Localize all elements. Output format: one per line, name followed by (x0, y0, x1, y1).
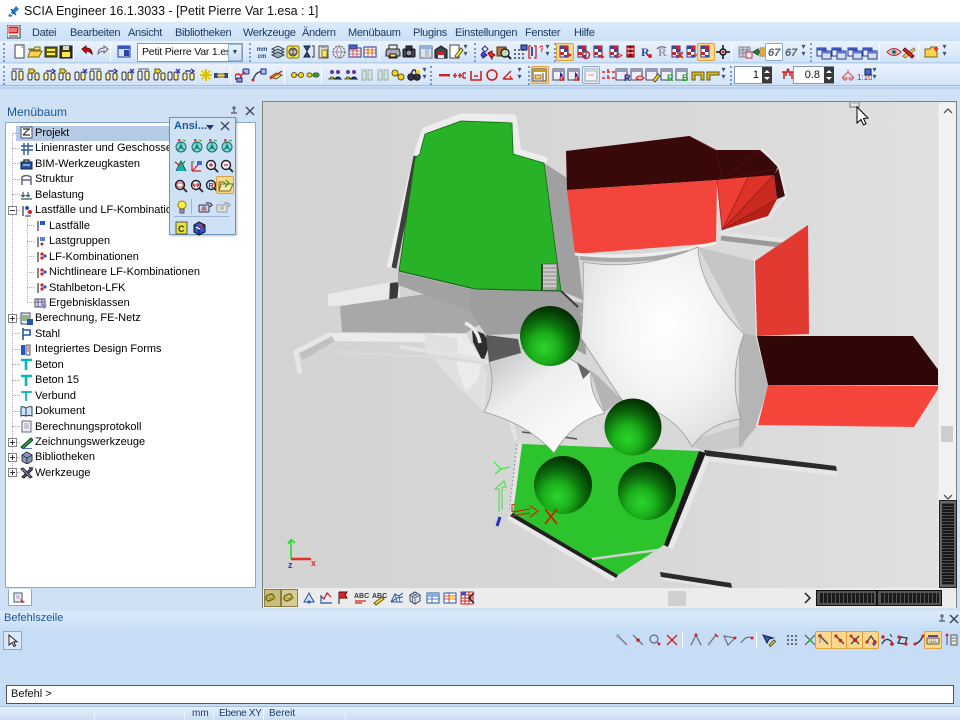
svg-text:z: z (288, 560, 293, 570)
svg-text:x: x (311, 558, 316, 568)
